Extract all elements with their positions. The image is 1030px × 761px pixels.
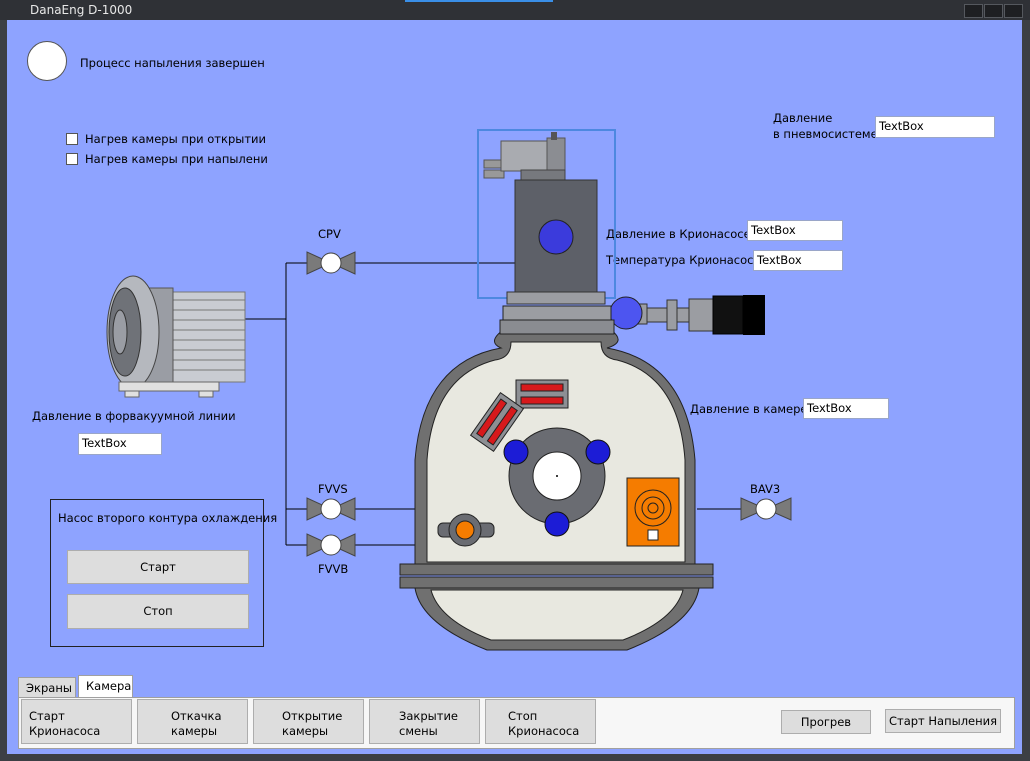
cooling-pump-start-button[interactable]: Старт <box>67 550 249 584</box>
tab-screens[interactable]: Экраны <box>18 677 76 698</box>
start-cryopump-button[interactable]: Старт Крионасоса <box>21 699 132 744</box>
stop-cryopump-button[interactable]: Стоп Крионасоса <box>485 699 596 744</box>
cooling-pump-stop-button[interactable]: Стоп <box>67 594 249 629</box>
title-bar: DanaEng D-1000 <box>0 0 1030 20</box>
tab-camera[interactable]: Камера <box>78 675 133 698</box>
valve-fvvs-icon[interactable] <box>306 497 356 521</box>
close-shift-button[interactable]: Закрытие смены <box>369 699 480 744</box>
valve-fvvb-icon[interactable] <box>306 533 356 557</box>
window-title: DanaEng D-1000 <box>30 3 133 17</box>
open-chamber-button[interactable]: Открытие камеры <box>253 699 364 744</box>
valve-cpv-icon[interactable] <box>306 251 356 275</box>
fore-pump-icon <box>106 275 246 398</box>
valve-bav3-icon[interactable] <box>740 497 792 521</box>
minimize-button[interactable] <box>964 4 983 18</box>
maximize-button[interactable] <box>984 4 1003 18</box>
side-port-icon <box>609 295 765 335</box>
main-canvas: Процесс напыления завершен Нагрев камеры… <box>7 20 1022 754</box>
side-port-indicator <box>609 296 643 330</box>
cryopump-icon <box>477 129 616 305</box>
cryo-indicator <box>538 219 574 255</box>
cooling-pump-title: Насос второго контура охлаждения <box>58 511 278 525</box>
start-deposition-button[interactable]: Старт Напыления <box>885 709 1001 733</box>
close-button[interactable] <box>1004 4 1023 18</box>
title-accent <box>405 0 553 2</box>
pumpdown-chamber-button[interactable]: Откачка камеры <box>137 699 248 744</box>
warmup-button[interactable]: Прогрев <box>781 710 871 734</box>
vacuum-chamber-icon <box>399 305 714 651</box>
